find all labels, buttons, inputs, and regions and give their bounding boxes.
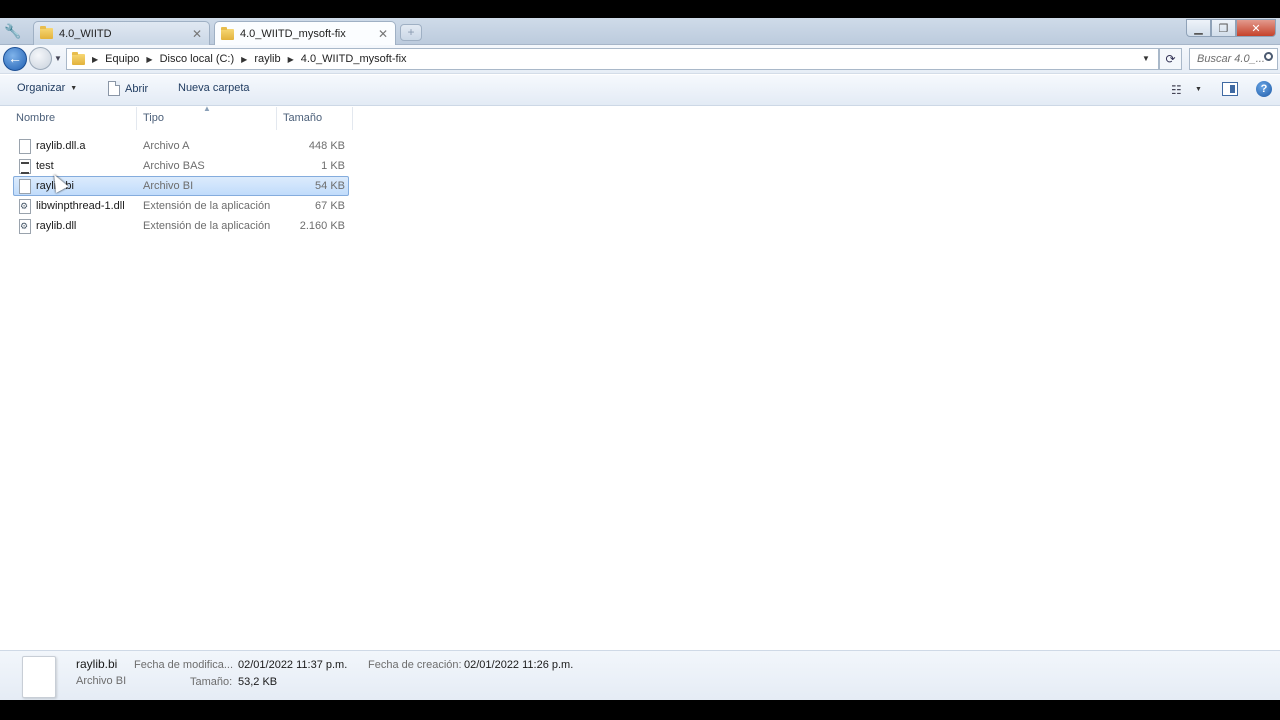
file-row[interactable]: test Archivo BAS 1 KB <box>13 156 349 176</box>
file-type: Archivo BAS <box>143 160 205 172</box>
refresh-button[interactable]: ⟳ <box>1159 48 1182 70</box>
file-name: raylib.dll.a <box>36 140 86 152</box>
file-size: 448 KB <box>308 140 345 152</box>
details-pane: raylib.bi Archivo BI Fecha de modifica..… <box>0 650 1280 700</box>
column-headers: Nombre Tipo Tamaño ▲ <box>0 104 1280 130</box>
chevron-right-icon[interactable]: ▶ <box>288 55 294 64</box>
file-thumbnail-icon <box>22 656 56 698</box>
search-placeholder: Buscar 4.0_... <box>1197 53 1265 65</box>
tab-4-0-wiitd-mysoft-fix[interactable]: 4.0_WIITD_mysoft-fix ✕ <box>214 21 396 46</box>
tab-bar: 🔧 4.0_WIITD ✕ 4.0_WIITD_mysoft-fix ✕ + ▁… <box>0 18 1280 46</box>
open-button[interactable]: Abrir <box>108 81 148 96</box>
folder-icon <box>40 26 53 39</box>
file-row[interactable]: raylib.dll.a Archivo A 448 KB <box>13 136 349 156</box>
file-size: 54 KB <box>315 180 345 192</box>
breadcrumb-raylib[interactable]: raylib <box>254 53 280 65</box>
back-button[interactable]: ← <box>3 47 27 71</box>
chevron-down-icon: ▼ <box>70 84 78 92</box>
address-row: ← ▼ ▶ Equipo ▶ Disco local (C:) ▶ raylib… <box>0 45 1280 74</box>
organize-button[interactable]: Organizar ▼ <box>17 82 77 94</box>
details-file-name: raylib.bi <box>76 657 118 671</box>
column-header-size[interactable]: Tamaño <box>277 107 353 130</box>
tab-label: 4.0_WIITD_mysoft-fix <box>240 28 346 40</box>
file-type: Archivo A <box>143 140 190 152</box>
maximize-button[interactable]: ❐ <box>1211 19 1236 37</box>
file-type: Extensión de la aplicación <box>143 220 271 232</box>
organize-label: Organizar <box>17 82 66 94</box>
help-icon[interactable]: ? <box>1256 81 1272 97</box>
chevron-right-icon[interactable]: ▶ <box>241 55 247 64</box>
window-controls: ▁ ❐ ✕ <box>1186 19 1276 37</box>
file-name: test <box>36 160 54 172</box>
file-row[interactable]: libwinpthread-1.dll Extensión de la apli… <box>13 196 349 216</box>
details-size-value: 53,2 KB <box>238 676 278 688</box>
tab-4-0-wiitd[interactable]: 4.0_WIITD ✕ <box>33 21 210 45</box>
search-input[interactable]: Buscar 4.0_... <box>1189 48 1278 70</box>
minimize-button[interactable]: ▁ <box>1186 19 1211 37</box>
document-icon <box>108 81 120 96</box>
folder-icon <box>72 51 85 65</box>
details-modified-label: Fecha de modifica... <box>134 659 234 671</box>
command-bar: Organizar ▼ Abrir Nueva carpeta ☷ ▼ ? <box>0 75 1280 106</box>
file-type: Archivo BI <box>143 180 194 192</box>
forward-button[interactable] <box>29 47 52 70</box>
file-name: libwinpthread-1.dll <box>36 200 125 212</box>
chevron-right-icon[interactable]: ▶ <box>146 55 152 64</box>
column-header-name[interactable]: Nombre <box>0 107 137 130</box>
details-created-value[interactable]: 02/01/2022 11:26 p.m. <box>464 659 573 671</box>
view-options-icon[interactable]: ☷ <box>1171 83 1182 97</box>
close-window-button[interactable]: ✕ <box>1236 19 1276 37</box>
sort-arrow-icon: ▲ <box>203 104 211 113</box>
folder-icon <box>221 26 234 40</box>
file-size: 67 KB <box>315 200 345 212</box>
dll-file-icon <box>19 199 31 214</box>
close-tab-icon[interactable]: ✕ <box>377 27 389 41</box>
search-icon <box>1264 52 1273 61</box>
breadcrumb-current-folder[interactable]: 4.0_WIITD_mysoft-fix <box>301 53 407 65</box>
file-icon <box>19 179 31 194</box>
breadcrumb-equipo[interactable]: Equipo <box>105 53 139 65</box>
close-tab-icon[interactable]: ✕ <box>191 27 203 41</box>
chevron-down-icon[interactable]: ▼ <box>1195 86 1202 93</box>
details-created-label: Fecha de creación: <box>368 659 462 671</box>
file-row[interactable]: raylib.dll Extensión de la aplicación 2.… <box>13 216 349 236</box>
explorer-window: 🔧 4.0_WIITD ✕ 4.0_WIITD_mysoft-fix ✕ + ▁… <box>0 18 1280 700</box>
new-folder-label: Nueva carpeta <box>178 82 250 94</box>
open-label: Abrir <box>125 82 149 95</box>
details-modified-value[interactable]: 02/01/2022 11:37 p.m. <box>238 659 347 671</box>
preview-pane-icon[interactable] <box>1222 82 1238 96</box>
new-folder-button[interactable]: Nueva carpeta <box>178 82 250 94</box>
address-dropdown-icon[interactable]: ▼ <box>1142 54 1150 63</box>
breadcrumb-disco-local[interactable]: Disco local (C:) <box>160 53 235 65</box>
file-size: 2.160 KB <box>299 220 345 232</box>
file-size: 1 KB <box>321 160 345 172</box>
new-tab-button[interactable]: + <box>400 24 422 41</box>
file-type: Extensión de la aplicación <box>143 200 271 212</box>
file-name: raylib.dll <box>36 220 77 232</box>
details-file-type: Archivo BI <box>76 675 127 687</box>
dll-file-icon <box>19 219 31 234</box>
chevron-right-icon[interactable]: ▶ <box>92 55 98 64</box>
tab-label: 4.0_WIITD <box>59 27 112 40</box>
wrench-icon[interactable]: 🔧 <box>4 22 22 40</box>
file-icon <box>19 139 31 154</box>
bas-file-icon <box>19 159 31 174</box>
details-size-label: Tamaño: <box>190 676 233 688</box>
recent-pages-dropdown[interactable]: ▼ <box>54 54 62 63</box>
address-bar[interactable]: ▶ Equipo ▶ Disco local (C:) ▶ raylib ▶ 4… <box>66 48 1159 70</box>
